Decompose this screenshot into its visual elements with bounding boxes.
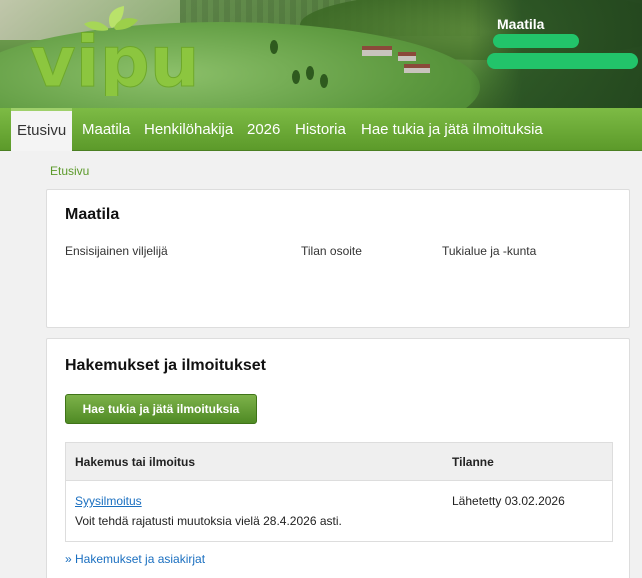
nav-tab-2026[interactable]: 2026 [247, 108, 280, 151]
banner-tree [306, 66, 314, 80]
banner-house [362, 46, 392, 56]
application-link[interactable]: Syysilmoitus [75, 494, 142, 508]
apply-support-button[interactable]: Hae tukia ja jätä ilmoituksia [65, 394, 257, 424]
column-header-application: Hakemus tai ilmoitus [75, 455, 196, 469]
banner-house [398, 52, 416, 61]
primary-farmer-label: Ensisijainen viljelijä [65, 244, 168, 258]
nav-tab-henkilohakija[interactable]: Henkilöhakija [144, 108, 233, 151]
applications-card: Hakemukset ja ilmoitukset Hae tukia ja j… [46, 338, 630, 578]
support-area-label: Tukialue ja -kunta [442, 244, 537, 258]
applications-table: Hakemus tai ilmoitus Tilanne Syysilmoitu… [65, 442, 613, 542]
farm-address-label: Tilan osoite [301, 244, 362, 258]
nav-tab-historia[interactable]: Historia [295, 108, 346, 151]
table-header: Hakemus tai ilmoitus Tilanne [66, 443, 612, 481]
farm-card: Maatila Ensisijainen viljelijä Tilan oso… [46, 189, 630, 328]
main-nav: Etusivu Maatila Henkilöhakija 2026 Histo… [0, 108, 642, 151]
application-status: Lähetetty 03.02.2026 [452, 494, 565, 508]
vipu-logo[interactable]: vipu [28, 6, 208, 96]
applications-documents-link[interactable]: » Hakemukset ja asiakirjat [65, 552, 205, 566]
farm-card-title: Maatila [65, 206, 120, 223]
logo-text: vipu [30, 21, 200, 96]
column-header-status: Tilanne [452, 455, 494, 469]
banner-tree [292, 70, 300, 84]
table-row: Syysilmoitus Voit tehdä rajatusti muutok… [66, 481, 612, 541]
redacted-farm-name [487, 53, 638, 69]
redacted-farm-id [493, 34, 579, 48]
nav-tab-hae-tukia[interactable]: Hae tukia ja jätä ilmoituksia [361, 108, 543, 151]
nav-tab-maatila[interactable]: Maatila [82, 108, 130, 151]
banner-tree [320, 74, 328, 88]
breadcrumb[interactable]: Etusivu [50, 164, 89, 178]
header-banner: vipu Maatila [0, 0, 642, 108]
banner-house [404, 64, 430, 73]
farm-title: Maatila [497, 16, 545, 32]
banner-tree [270, 40, 278, 54]
application-note: Voit tehdä rajatusti muutoksia vielä 28.… [75, 514, 342, 528]
nav-tab-etusivu[interactable]: Etusivu [11, 108, 73, 151]
applications-title: Hakemukset ja ilmoitukset [65, 357, 266, 374]
